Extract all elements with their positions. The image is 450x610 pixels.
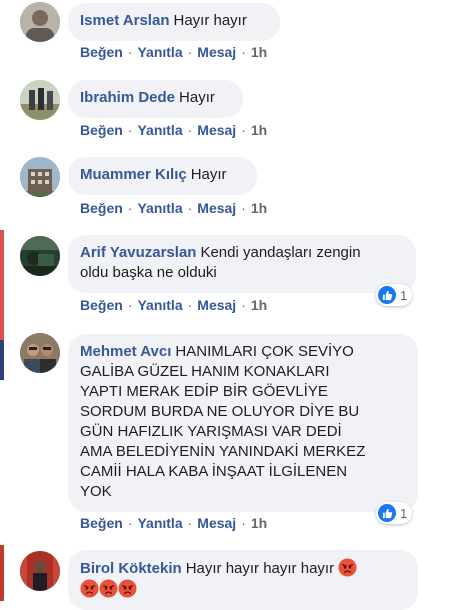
reply-button[interactable]: Yanıtla (137, 297, 182, 313)
reply-button[interactable]: Yanıtla (137, 515, 182, 531)
comment-text: CAMİİ HALA KABA İNŞAAT İLGİLENEN (80, 463, 348, 480)
author-name[interactable]: Arif Yavuzarslan (80, 244, 196, 261)
comment-text: oldu başka ne olduki (80, 264, 217, 281)
avatar[interactable] (20, 2, 60, 42)
reply-button[interactable]: Yanıtla (137, 122, 182, 138)
comment-bubble: Birol Köktekin Hayır hayır hayır hayır (68, 550, 418, 610)
thumbs-up-icon (378, 504, 396, 522)
separator: · (127, 200, 133, 216)
like-button[interactable]: Beğen (80, 515, 123, 531)
angry-face-icon (99, 579, 118, 598)
comment-bubble: Ismet Arslan Hayır hayır (68, 3, 280, 41)
comment-actions: Beğen · Yanıtla · Mesaj · 1h (80, 44, 267, 60)
separator: · (241, 297, 246, 313)
message-button[interactable]: Mesaj (197, 122, 236, 138)
separator: · (127, 297, 133, 313)
timestamp[interactable]: 1h (251, 200, 267, 216)
avatar[interactable] (20, 157, 60, 197)
comment-actions: Beğen · Yanıtla · Mesaj · 1h (80, 297, 267, 313)
separator: · (187, 297, 193, 313)
timestamp[interactable]: 1h (251, 44, 267, 60)
comment-text: Hayır hayır (173, 12, 247, 29)
comment-actions: Beğen · Yanıtla · Mesaj · 1h (80, 515, 267, 531)
author-name[interactable]: Ismet Arslan (80, 12, 169, 29)
comment-text: Hayır hayır hayır hayır (185, 560, 335, 577)
message-button[interactable]: Mesaj (197, 515, 236, 531)
comment-text: YOK (80, 483, 112, 500)
comment-bubble: Muammer Kılıç Hayır (68, 157, 257, 195)
separator: · (187, 200, 193, 216)
comment-text: Kendi yandaşları zengin (200, 244, 361, 261)
angry-face-icon (118, 579, 137, 598)
comment-bubble: Ibrahim Dede Hayır (68, 80, 243, 118)
comment-actions: Beğen · Yanıtla · Mesaj · 1h (80, 200, 267, 216)
comment-text: SORDUM BURDA NE OLUYOR DİYE BU (80, 403, 360, 420)
reaction-count[interactable]: 1 (376, 502, 413, 524)
avatar[interactable] (20, 551, 60, 591)
separator: · (241, 122, 246, 138)
separator: · (187, 44, 193, 60)
separator: · (127, 44, 133, 60)
separator: · (127, 515, 133, 531)
page-edge (0, 0, 4, 601)
avatar[interactable] (20, 80, 60, 120)
like-button[interactable]: Beğen (80, 44, 123, 60)
separator: · (187, 515, 193, 531)
timestamp[interactable]: 1h (251, 122, 267, 138)
angry-face-icon (80, 579, 99, 598)
separator: · (127, 122, 133, 138)
author-name[interactable]: Muammer Kılıç (80, 166, 187, 183)
comment-bubble: Mehmet Avcı HANIMLARI ÇOK SEVİYO GALİBA G… (68, 334, 418, 512)
comment-text: GÜN HAFIZLIK YARIŞMASI VAR DEDİ (80, 423, 342, 440)
avatar[interactable] (20, 333, 60, 373)
comment-bubble: Arif Yavuzarslan Kendi yandaşları zengin … (68, 235, 416, 293)
comment-text: YAPTI MERAK EDİP BİR GÖEVLİYE (80, 383, 328, 400)
separator: · (241, 515, 246, 531)
separator: · (241, 44, 246, 60)
timestamp[interactable]: 1h (251, 515, 267, 531)
like-button[interactable]: Beğen (80, 297, 123, 313)
comment-actions: Beğen · Yanıtla · Mesaj · 1h (80, 122, 267, 138)
reply-button[interactable]: Yanıtla (137, 200, 182, 216)
like-button[interactable]: Beğen (80, 200, 123, 216)
message-button[interactable]: Mesaj (197, 44, 236, 60)
comment-text: GALİBA GÜZEL HANIM KONAKLARI (80, 363, 330, 380)
thumbs-up-icon (378, 286, 396, 304)
author-name[interactable]: Ibrahim Dede (80, 89, 175, 106)
reaction-number: 1 (400, 287, 408, 303)
separator: · (241, 200, 246, 216)
like-button[interactable]: Beğen (80, 122, 123, 138)
author-name[interactable]: Mehmet Avcı (80, 343, 171, 360)
message-button[interactable]: Mesaj (197, 200, 236, 216)
timestamp[interactable]: 1h (251, 297, 267, 313)
angry-face-icon (338, 558, 357, 577)
comment-text: HANIMLARI ÇOK SEVİYO (175, 343, 354, 360)
avatar[interactable] (20, 236, 60, 276)
message-button[interactable]: Mesaj (197, 297, 236, 313)
reaction-count[interactable]: 1 (376, 284, 413, 306)
comment-text: AMA BELEDİYENİN YANINDAKİ MERKEZ (80, 443, 366, 460)
reaction-number: 1 (400, 505, 408, 521)
separator: · (187, 122, 193, 138)
comment-text: Hayır (190, 166, 227, 183)
reply-button[interactable]: Yanıtla (137, 44, 182, 60)
author-name[interactable]: Birol Köktekin (80, 560, 182, 577)
comment-text: Hayır (179, 89, 215, 106)
